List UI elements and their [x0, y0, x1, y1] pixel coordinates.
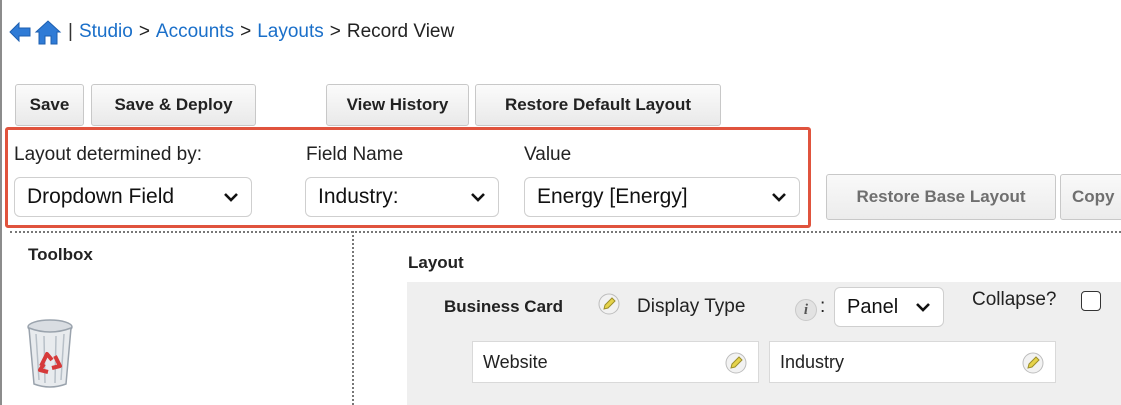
trash-icon[interactable] — [26, 318, 74, 388]
layout-title: Layout — [408, 253, 464, 272]
chevron-down-icon — [916, 303, 930, 312]
layout-field-industry[interactable]: Industry — [769, 341, 1056, 383]
toolbox-divider — [352, 231, 354, 405]
edit-pencil-icon[interactable] — [598, 293, 620, 315]
field-label: Website — [483, 351, 548, 372]
breadcrumb-studio[interactable]: Studio — [79, 21, 133, 43]
field-name-value: Industry: — [318, 185, 399, 208]
display-type-colon: : — [820, 296, 826, 317]
breadcrumb-layouts[interactable]: Layouts — [257, 21, 324, 43]
home-icon[interactable] — [34, 18, 62, 46]
chevron-down-icon — [224, 193, 238, 202]
field-name-label: Field Name — [306, 144, 404, 165]
breadcrumb: | Studio > Accounts > Layouts > Record V… — [8, 18, 454, 46]
value-select[interactable]: Energy [Energy] — [524, 177, 800, 217]
determined-by-value: Dropdown Field — [27, 185, 175, 208]
field-name-select[interactable]: Industry: — [305, 177, 499, 217]
edit-pencil-icon[interactable] — [1022, 352, 1044, 374]
layout-determined-by-label: Layout determined by: — [14, 144, 203, 165]
left-border — [0, 0, 2, 405]
restore-base-layout-button[interactable]: Restore Base Layout — [826, 174, 1056, 220]
value-label: Value — [524, 144, 572, 165]
edit-pencil-icon[interactable] — [725, 352, 747, 374]
collapse-checkbox[interactable] — [1081, 291, 1101, 311]
determined-by-select[interactable]: Dropdown Field — [14, 177, 252, 217]
field-label: Industry — [780, 351, 845, 372]
breadcrumb-arrow: > — [138, 21, 150, 42]
breadcrumb-accounts[interactable]: Accounts — [156, 21, 234, 43]
toolbox-title: Toolbox — [28, 245, 93, 264]
copy-button[interactable]: Copy — [1060, 174, 1121, 220]
breadcrumb-current: Record View — [346, 21, 455, 42]
display-type-value: Panel — [847, 295, 899, 318]
view-history-button[interactable]: View History — [326, 84, 469, 126]
breadcrumb-arrow: > — [329, 21, 341, 42]
back-arrow-icon[interactable] — [8, 21, 32, 43]
restore-default-layout-button[interactable]: Restore Default Layout — [475, 84, 721, 126]
section-divider — [10, 231, 1121, 233]
save-button[interactable]: Save — [15, 84, 84, 126]
info-icon[interactable]: i — [795, 299, 817, 321]
save-deploy-button[interactable]: Save & Deploy — [91, 84, 256, 126]
chevron-down-icon — [471, 193, 485, 202]
value-select-value: Energy [Energy] — [537, 185, 688, 208]
breadcrumb-separator: | — [68, 21, 73, 42]
breadcrumb-arrow: > — [240, 21, 252, 42]
chevron-down-icon — [772, 193, 786, 202]
layout-field-website[interactable]: Website — [472, 341, 759, 383]
panel-name: Business Card — [444, 297, 564, 316]
display-type-label: Display Type — [637, 296, 746, 317]
collapse-label: Collapse? — [972, 289, 1057, 310]
display-type-select[interactable]: Panel — [834, 287, 944, 327]
